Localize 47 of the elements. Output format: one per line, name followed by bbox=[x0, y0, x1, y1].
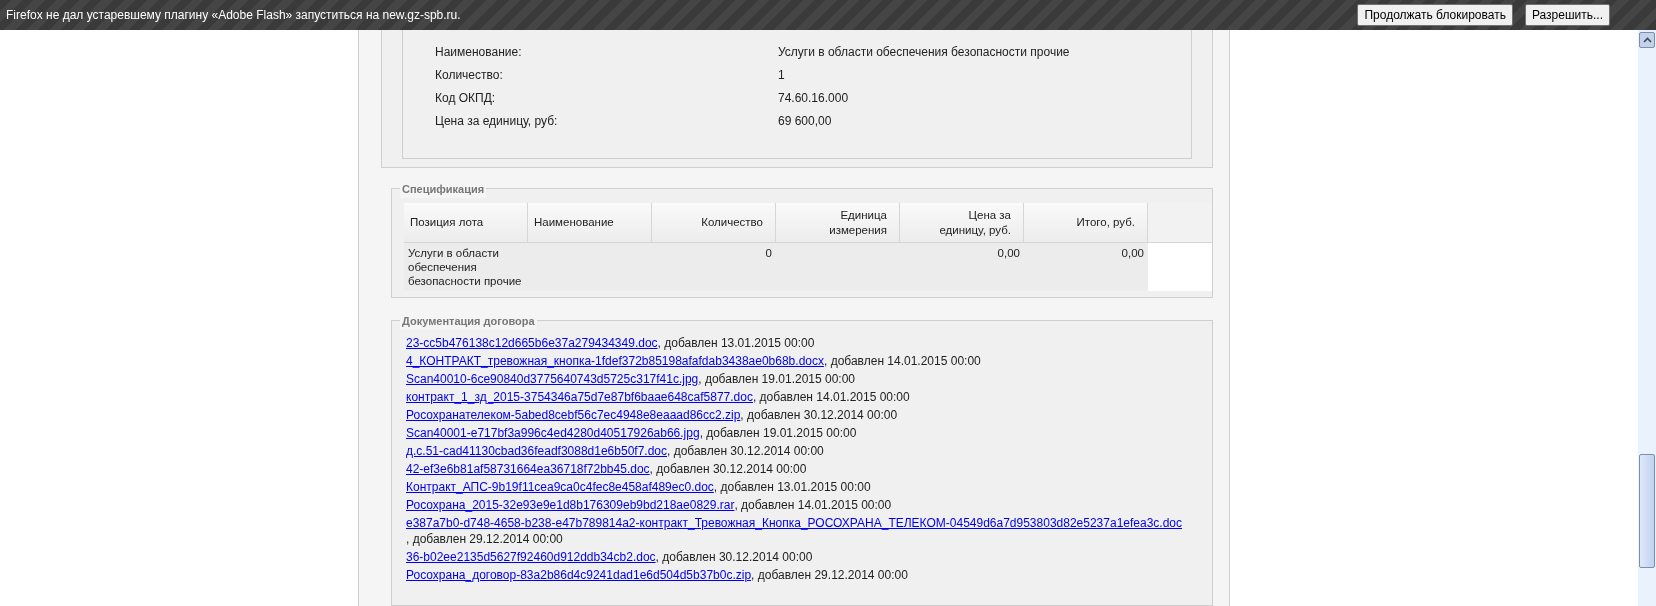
document-link[interactable]: д.с.51-cad41130cbad36feadf3088d1e6b50f7.doc bbox=[406, 443, 667, 459]
document-link[interactable]: 23-cc5b476138c12d665b6e37a279434349.doc bbox=[406, 335, 658, 351]
added-date: , добавлен 14.01.2015 00:00 bbox=[824, 353, 981, 369]
table-cell: 0,00 bbox=[1024, 243, 1148, 291]
document-link[interactable]: 42-ef3e6b81af58731664ea36718f72bb45.doc bbox=[406, 461, 650, 477]
added-date: , добавлен 29.12.2014 00:00 bbox=[751, 567, 908, 583]
added-date: , добавлен 30.12.2014 00:00 bbox=[667, 443, 824, 459]
scroll-up-icon[interactable] bbox=[1639, 32, 1655, 48]
added-date: , добавлен 29.12.2014 00:00 bbox=[406, 531, 563, 547]
fieldset-legend: Спецификация bbox=[400, 181, 487, 198]
added-date: , добавлен 13.01.2015 00:00 bbox=[713, 479, 871, 495]
column-header: Количество bbox=[652, 203, 776, 242]
field-value: Услуги в области обеспечения безопасности прочие bbox=[778, 43, 1070, 61]
table-cell: Услуги в области обеспечения безопасности прочие bbox=[404, 243, 528, 291]
field-label: Наименование: bbox=[435, 43, 523, 61]
document-link[interactable]: Контракт_АПС-9b19f11cea9ca0c4fec8e458af489ec0.doc bbox=[406, 479, 714, 495]
column-header: Позиция лота bbox=[404, 203, 528, 242]
added-date: , добавлен 30.12.2014 00:00 bbox=[655, 549, 813, 565]
table-cell: 0 bbox=[652, 243, 776, 291]
added-date: , добавлен 19.01.2015 00:00 bbox=[698, 371, 856, 387]
document-link[interactable]: 36-b02ee2135d5627f92460d912ddb34cb2.doc bbox=[406, 549, 656, 565]
document-link[interactable]: 4_КОНТРАКТ_тревожная_кнопка-1fdef372b85198afafdab3438ae0b68b.docx bbox=[406, 353, 824, 369]
added-date: , добавлен 30.12.2014 00:00 bbox=[740, 407, 898, 423]
document-link[interactable]: контракт_1_зд_2015-3754346a75d7e87bf6baae648caf5877.doc bbox=[406, 389, 753, 405]
added-date: , добавлен 30.12.2014 00:00 bbox=[649, 461, 807, 477]
notification-button[interactable]: Разрешить... bbox=[1524, 4, 1610, 26]
table-cell bbox=[1148, 243, 1212, 291]
field-label: Код ОКПД: bbox=[435, 89, 497, 107]
added-date: , добавлен 13.01.2015 00:00 bbox=[657, 335, 815, 351]
column-header: Единица измерения bbox=[776, 203, 900, 242]
notification-message: Firefox не дал устаревшему плагину «Adobe Flash» запуститься на new.gz-spb.ru. bbox=[6, 7, 461, 24]
added-date: , добавлен 14.01.2015 00:00 bbox=[752, 389, 910, 405]
table-cell: 0,00 bbox=[900, 243, 1024, 291]
notification-button[interactable]: Продолжать блокировать bbox=[1357, 4, 1513, 26]
document-link[interactable]: e387a7b0-d748-4658-b238-e47b789814a2-контракт_Тревожная_Кнопка_РОСОХРАНА_ТЕЛЕКОМ-04549d6a7d953803d82e5237a1efea3c.doc bbox=[406, 515, 1182, 531]
column-header: Цена за единицу, руб. bbox=[900, 203, 1024, 242]
added-date: , добавлен 19.01.2015 00:00 bbox=[699, 425, 857, 441]
field-label: Количество: bbox=[435, 66, 504, 84]
document-link[interactable]: Scan40001-e717bf3a996c4ed4280d40517926ab66.jpg bbox=[406, 425, 700, 441]
field-value: 69 600,00 bbox=[778, 112, 832, 130]
document-link[interactable]: Росохрана_2015-32e93e9e1d8b176309eb9bd218ae0829.rar bbox=[406, 497, 735, 513]
field-value: 74.60.16.000 bbox=[778, 89, 849, 107]
scroll-thumb[interactable] bbox=[1639, 454, 1655, 568]
field-label: Цена за единицу, руб: bbox=[435, 112, 559, 130]
column-header: Наименование bbox=[528, 203, 652, 242]
field-value: 1 bbox=[778, 66, 785, 84]
added-date: , добавлен 14.01.2015 00:00 bbox=[734, 497, 892, 513]
